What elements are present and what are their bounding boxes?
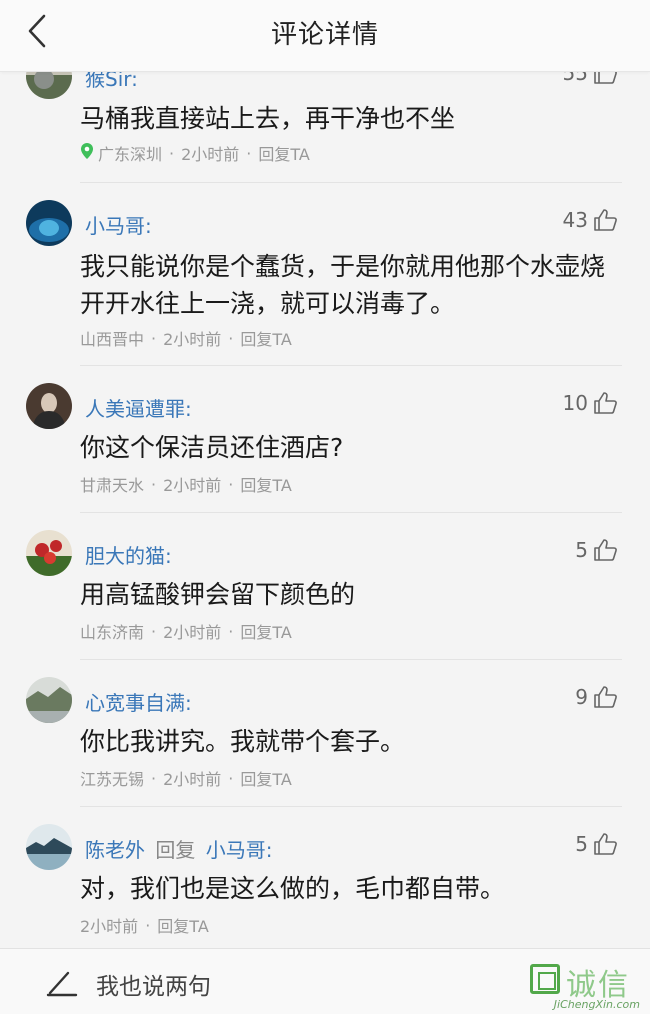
reply-word: 回复	[155, 838, 196, 862]
comment-meta: 2小时前 · 回复TA	[80, 913, 209, 937]
comment-list[interactable]: 猴Sir: 55 马桶我直接站上去，再干净也不坐 广东深圳 · 2小时前 · 回…	[0, 55, 650, 950]
comment-meta: 山东济南 · 2小时前 · 回复TA	[80, 619, 292, 643]
comment-meta: 广东深圳 · 2小时前 · 回复TA	[80, 141, 310, 165]
comment-time: 2小时前	[181, 145, 240, 164]
watermark-box	[530, 964, 560, 994]
comment-meta: 甘肃天水 · 2小时前 · 回复TA	[80, 472, 292, 496]
reply-link[interactable]: 回复TA	[240, 326, 291, 350]
comment-item: 猴Sir: 55 马桶我直接站上去，再干净也不坐 广东深圳 · 2小时前 · 回…	[0, 55, 650, 183]
comment-location: 广东深圳	[98, 145, 163, 164]
reply-link[interactable]: 回复TA	[258, 141, 309, 165]
comment-item: 陈老外 回复 小马哥: 5 对，我们也是这么做的，毛巾都自带。 2小时前 · 回…	[0, 807, 650, 950]
like-button[interactable]: 43	[563, 208, 618, 232]
comment-time: 2小时前	[80, 917, 139, 936]
comment-item: 心宽事自满: 9 你比我讲究。我就带个套子。 江苏无锡 · 2小时前 · 回复T…	[0, 660, 650, 807]
reply-link[interactable]: 回复TA	[157, 913, 208, 937]
comment-text: 你这个保洁员还住酒店?	[80, 433, 344, 462]
comment-item: 人美逼遭罪: 10 你这个保洁员还住酒店? 甘肃天水 · 2小时前 · 回复TA	[0, 366, 650, 513]
comment-location: 山东济南	[80, 623, 145, 642]
pencil-icon	[46, 969, 78, 1001]
thumbs-up-icon	[594, 209, 618, 231]
comment-author[interactable]: 人美逼遭罪:	[85, 393, 192, 422]
thumbs-up-icon	[594, 539, 618, 561]
comment-meta: 江苏无锡 · 2小时前 · 回复TA	[80, 766, 292, 790]
reply-link[interactable]: 回复TA	[240, 619, 291, 643]
thumbs-up-icon	[594, 686, 618, 708]
like-count: 5	[575, 538, 588, 562]
reply-link[interactable]: 回复TA	[240, 766, 291, 790]
watermark-logo: 诚信 JiChengXin.com	[524, 952, 644, 1012]
thumbs-up-icon	[594, 392, 618, 414]
like-count: 5	[575, 832, 588, 856]
comment-author[interactable]: 陈老外	[85, 838, 145, 862]
thumbs-up-icon	[594, 833, 618, 855]
like-button[interactable]: 5	[575, 538, 618, 562]
like-count: 43	[562, 208, 588, 232]
comment-text: 你比我讲究。我就带个套子。	[80, 727, 406, 756]
avatar[interactable]	[26, 530, 72, 576]
comment-author-row: 陈老外 回复 小马哥:	[85, 834, 272, 863]
header-bar: 评论详情	[0, 0, 650, 72]
comment-text: 对，我们也是这么做的，毛巾都自带。	[80, 874, 506, 903]
like-button[interactable]: 9	[575, 685, 618, 709]
avatar[interactable]	[26, 200, 72, 246]
avatar[interactable]	[26, 677, 72, 723]
comment-time: 2小时前	[163, 476, 222, 495]
reply-link[interactable]: 回复TA	[240, 472, 291, 496]
avatar[interactable]	[26, 824, 72, 870]
comment-location: 甘肃天水	[80, 476, 145, 495]
avatar[interactable]	[26, 383, 72, 429]
watermark-url: JiChengXin.com	[553, 998, 640, 1011]
comment-text: 马桶我直接站上去，再干净也不坐	[80, 104, 456, 133]
comment-input-bar[interactable]: 我也说两句 诚信 JiChengXin.com	[0, 948, 650, 1014]
comment-text: 我只能说你是个蠢货，于是你就用他那个水壶烧开开水往上一浇，就可以消毒了。	[80, 252, 606, 318]
comment-text: 用高锰酸钾会留下颜色的	[80, 580, 356, 609]
comment-item: 小马哥: 43 我只能说你是个蠢货，于是你就用他那个水壶烧开开水往上一浇，就可以…	[0, 183, 650, 366]
comment-meta: 山西晋中 · 2小时前 · 回复TA	[80, 326, 292, 350]
reply-target[interactable]: 小马哥:	[206, 838, 273, 862]
location-pin-icon	[80, 142, 94, 164]
comment-time: 2小时前	[163, 770, 222, 789]
comment-location: 江苏无锡	[80, 770, 145, 789]
comment-time: 2小时前	[163, 623, 222, 642]
comment-input[interactable]: 我也说两句	[96, 967, 211, 1001]
page-title: 评论详情	[270, 20, 379, 50]
like-count: 9	[575, 685, 588, 709]
like-button[interactable]: 5	[575, 832, 618, 856]
comment-author[interactable]: 胆大的猫:	[85, 540, 172, 569]
comment-item: 胆大的猫: 5 用高锰酸钾会留下颜色的 山东济南 · 2小时前 · 回复TA	[0, 513, 650, 660]
comment-time: 2小时前	[163, 330, 222, 349]
comment-author[interactable]: 小马哥:	[85, 210, 152, 239]
comment-author[interactable]: 心宽事自满:	[85, 687, 192, 716]
like-button[interactable]: 10	[563, 391, 618, 415]
comment-location: 山西晋中	[80, 330, 145, 349]
like-count: 10	[562, 391, 588, 415]
